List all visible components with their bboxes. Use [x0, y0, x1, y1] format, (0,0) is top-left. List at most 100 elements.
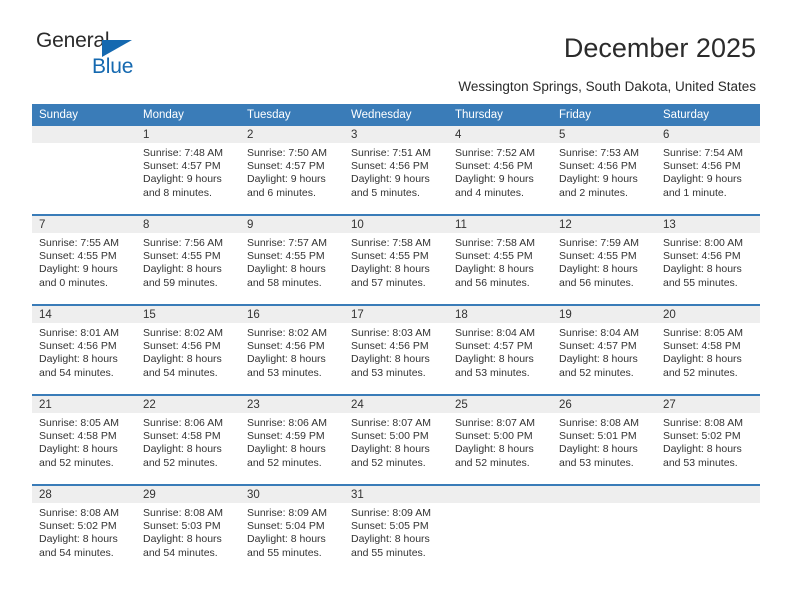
- calendar-day-cell[interactable]: 19 Sunrise: 8:04 AM Sunset: 4:57 PM Dayligh…: [552, 304, 656, 395]
- sunrise-text: Sunrise: 8:07 AM: [455, 417, 535, 429]
- sunrise-text: Sunrise: 8:02 AM: [143, 327, 223, 339]
- calendar-day-cell[interactable]: 18 Sunrise: 8:04 AM Sunset: 4:57 PM Dayligh…: [448, 304, 552, 395]
- daylight-text: Daylight: 8 hours and 59 minutes.: [143, 263, 222, 289]
- sunset-text: Sunset: 4:57 PM: [455, 340, 533, 353]
- calendar-day-cell[interactable]: 16 Sunrise: 8:02 AM Sunset: 4:56 PM Dayligh…: [240, 304, 344, 395]
- calendar-day-cell[interactable]: 11 Sunrise: 7:58 AM Sunset: 4:55 PM Dayligh…: [448, 214, 552, 305]
- sunset-text: Sunset: 4:55 PM: [351, 250, 429, 263]
- sunset-text: Sunset: 4:56 PM: [351, 340, 429, 353]
- day-number: [656, 486, 760, 503]
- day-number: 10: [344, 216, 448, 233]
- sunset-text: Sunset: 5:00 PM: [455, 430, 533, 443]
- sunrise-text: Sunrise: 7:57 AM: [247, 237, 327, 249]
- calendar-day-cell[interactable]: 26 Sunrise: 8:08 AM Sunset: 5:01 PM Dayligh…: [552, 394, 656, 485]
- daylight-text: Daylight: 8 hours and 58 minutes.: [247, 263, 326, 289]
- calendar-day-cell[interactable]: 20 Sunrise: 8:05 AM Sunset: 4:58 PM Dayligh…: [656, 304, 760, 395]
- calendar-day-cell[interactable]: 24 Sunrise: 8:07 AM Sunset: 5:00 PM Dayligh…: [344, 394, 448, 485]
- calendar-day-cell[interactable]: 5 Sunrise: 7:53 AM Sunset: 4:56 PM Daylight…: [552, 126, 656, 215]
- day-details: Sunrise: 7:55 AM Sunset: 4:55 PM Daylight:…: [32, 233, 136, 290]
- calendar-day-cell[interactable]: 10 Sunrise: 7:58 AM Sunset: 4:55 PM Dayligh…: [344, 214, 448, 305]
- day-number: 28: [32, 486, 136, 503]
- daylight-text: Daylight: 9 hours and 8 minutes.: [143, 173, 222, 199]
- calendar-day-cell[interactable]: 22 Sunrise: 8:06 AM Sunset: 4:58 PM Dayligh…: [136, 394, 240, 485]
- sunset-text: Sunset: 4:58 PM: [143, 430, 221, 443]
- day-number: 14: [32, 306, 136, 323]
- calendar-day-cell[interactable]: 8 Sunrise: 7:56 AM Sunset: 4:55 PM Daylight…: [136, 214, 240, 305]
- general-blue-logo[interactable]: General Blue: [36, 30, 156, 82]
- sunrise-text: Sunrise: 8:04 AM: [559, 327, 639, 339]
- sunset-text: Sunset: 4:58 PM: [663, 340, 741, 353]
- daylight-text: Daylight: 9 hours and 6 minutes.: [247, 173, 326, 199]
- calendar-day-cell[interactable]: 14 Sunrise: 8:01 AM Sunset: 4:56 PM Dayligh…: [32, 304, 136, 395]
- day-details: Sunrise: 8:07 AM Sunset: 5:00 PM Daylight:…: [448, 413, 552, 470]
- calendar-day-cell[interactable]: 3 Sunrise: 7:51 AM Sunset: 4:56 PM Daylight…: [344, 126, 448, 215]
- day-details: Sunrise: 7:57 AM Sunset: 4:55 PM Daylight:…: [240, 233, 344, 290]
- sunrise-text: Sunrise: 8:05 AM: [39, 417, 119, 429]
- page-title: December 2025: [563, 33, 756, 63]
- calendar-day-cell[interactable]: 13 Sunrise: 8:00 AM Sunset: 4:56 PM Dayligh…: [656, 214, 760, 305]
- day-number: 23: [240, 396, 344, 413]
- daylight-text: Daylight: 8 hours and 52 minutes.: [663, 353, 742, 379]
- sunrise-text: Sunrise: 8:05 AM: [663, 327, 743, 339]
- day-details: Sunrise: 7:59 AM Sunset: 4:55 PM Daylight:…: [552, 233, 656, 290]
- calendar-day-cell[interactable]: 31 Sunrise: 8:09 AM Sunset: 5:05 PM Dayligh…: [344, 484, 448, 574]
- calendar-day-cell[interactable]: 7 Sunrise: 7:55 AM Sunset: 4:55 PM Daylight…: [32, 214, 136, 305]
- daylight-text: Daylight: 8 hours and 53 minutes.: [559, 443, 638, 469]
- calendar-day-cell[interactable]: 9 Sunrise: 7:57 AM Sunset: 4:55 PM Daylight…: [240, 214, 344, 305]
- day-details: Sunrise: 8:02 AM Sunset: 4:56 PM Daylight:…: [240, 323, 344, 380]
- sunset-text: Sunset: 4:55 PM: [143, 250, 221, 263]
- calendar-day-cell[interactable]: 27 Sunrise: 8:08 AM Sunset: 5:02 PM Dayligh…: [656, 394, 760, 485]
- calendar-day-cell[interactable]: 2 Sunrise: 7:50 AM Sunset: 4:57 PM Daylight…: [240, 126, 344, 215]
- calendar-day-cell-empty: [448, 484, 552, 574]
- daylight-text: Daylight: 8 hours and 56 minutes.: [559, 263, 638, 289]
- sunrise-text: Sunrise: 8:02 AM: [247, 327, 327, 339]
- day-details: Sunrise: 8:04 AM Sunset: 4:57 PM Daylight:…: [448, 323, 552, 380]
- calendar-day-cell[interactable]: 21 Sunrise: 8:05 AM Sunset: 4:58 PM Dayligh…: [32, 394, 136, 485]
- sunset-text: Sunset: 5:02 PM: [663, 430, 741, 443]
- weekday-header-sunday: Sunday: [32, 104, 136, 126]
- sunrise-text: Sunrise: 7:59 AM: [559, 237, 639, 249]
- sunrise-text: Sunrise: 7:56 AM: [143, 237, 223, 249]
- calendar-day-cell[interactable]: 12 Sunrise: 7:59 AM Sunset: 4:55 PM Dayligh…: [552, 214, 656, 305]
- calendar-day-cell-empty: [552, 484, 656, 574]
- calendar-day-cell[interactable]: 15 Sunrise: 8:02 AM Sunset: 4:56 PM Dayligh…: [136, 304, 240, 395]
- day-details: Sunrise: 8:04 AM Sunset: 4:57 PM Daylight:…: [552, 323, 656, 380]
- sunset-text: Sunset: 5:04 PM: [247, 520, 325, 533]
- calendar-day-cell[interactable]: 30 Sunrise: 8:09 AM Sunset: 5:04 PM Dayligh…: [240, 484, 344, 574]
- day-details: Sunrise: 7:51 AM Sunset: 4:56 PM Daylight:…: [344, 143, 448, 200]
- day-details: Sunrise: 8:06 AM Sunset: 4:59 PM Daylight:…: [240, 413, 344, 470]
- sunrise-text: Sunrise: 7:58 AM: [455, 237, 535, 249]
- calendar-day-cell[interactable]: 28 Sunrise: 8:08 AM Sunset: 5:02 PM Dayligh…: [32, 484, 136, 574]
- calendar-day-cell[interactable]: 17 Sunrise: 8:03 AM Sunset: 4:56 PM Dayligh…: [344, 304, 448, 395]
- daylight-text: Daylight: 8 hours and 56 minutes.: [455, 263, 534, 289]
- calendar-day-cell[interactable]: 6 Sunrise: 7:54 AM Sunset: 4:56 PM Daylight…: [656, 126, 760, 215]
- day-number: 27: [656, 396, 760, 413]
- calendar-day-cell[interactable]: 23 Sunrise: 8:06 AM Sunset: 4:59 PM Dayligh…: [240, 394, 344, 485]
- calendar-day-cell[interactable]: 1 Sunrise: 7:48 AM Sunset: 4:57 PM Daylight…: [136, 126, 240, 215]
- sunrise-text: Sunrise: 7:58 AM: [351, 237, 431, 249]
- calendar-day-cell[interactable]: 29 Sunrise: 8:08 AM Sunset: 5:03 PM Dayligh…: [136, 484, 240, 574]
- sunset-text: Sunset: 4:56 PM: [247, 340, 325, 353]
- sunset-text: Sunset: 4:58 PM: [39, 430, 117, 443]
- daylight-text: Daylight: 8 hours and 53 minutes.: [247, 353, 326, 379]
- day-number: 3: [344, 126, 448, 143]
- sunrise-text: Sunrise: 8:03 AM: [351, 327, 431, 339]
- daylight-text: Daylight: 8 hours and 52 minutes.: [39, 443, 118, 469]
- sunset-text: Sunset: 4:57 PM: [559, 340, 637, 353]
- calendar-week-row: 21 Sunrise: 8:05 AM Sunset: 4:58 PM Dayligh…: [32, 394, 760, 485]
- day-number: [32, 126, 136, 143]
- day-details: Sunrise: 7:52 AM Sunset: 4:56 PM Daylight:…: [448, 143, 552, 200]
- calendar-day-cell[interactable]: 4 Sunrise: 7:52 AM Sunset: 4:56 PM Daylight…: [448, 126, 552, 215]
- calendar-week-row: 7 Sunrise: 7:55 AM Sunset: 4:55 PM Daylight…: [32, 214, 760, 305]
- day-number: 15: [136, 306, 240, 323]
- day-details: Sunrise: 8:09 AM Sunset: 5:04 PM Daylight:…: [240, 503, 344, 560]
- calendar-day-cell[interactable]: 25 Sunrise: 8:07 AM Sunset: 5:00 PM Dayligh…: [448, 394, 552, 485]
- day-details: Sunrise: 7:56 AM Sunset: 4:55 PM Daylight:…: [136, 233, 240, 290]
- sunset-text: Sunset: 4:55 PM: [559, 250, 637, 263]
- day-number: 11: [448, 216, 552, 233]
- sunrise-text: Sunrise: 7:53 AM: [559, 147, 639, 159]
- daylight-text: Daylight: 8 hours and 52 minutes.: [559, 353, 638, 379]
- calendar-body: 1 Sunrise: 7:48 AM Sunset: 4:57 PM Daylight…: [32, 126, 760, 574]
- daylight-text: Daylight: 8 hours and 52 minutes.: [143, 443, 222, 469]
- page-header: General Blue December 2025 Wessington Sp…: [0, 0, 792, 104]
